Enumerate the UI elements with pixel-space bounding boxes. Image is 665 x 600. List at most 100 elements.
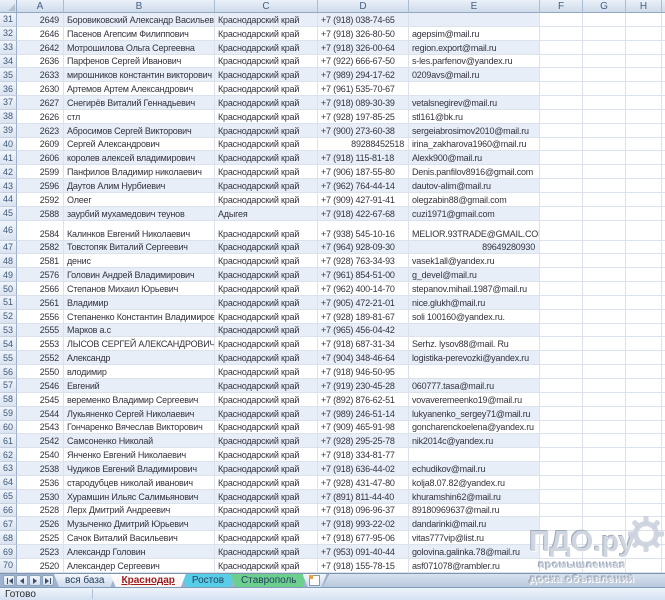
cell-G40[interactable] (583, 138, 626, 152)
row-header-69[interactable]: 69 (0, 545, 17, 559)
cell-B35[interactable]: мирошников константин викторович (64, 68, 215, 82)
cell-F37[interactable] (540, 96, 583, 110)
cell-F33[interactable] (540, 41, 583, 55)
cell-A57[interactable]: 2546 (17, 379, 64, 393)
cell-A31[interactable]: 2649 (17, 13, 64, 27)
cell-G37[interactable] (583, 96, 626, 110)
cell-D69[interactable]: +7 (953) 091-40-44 (318, 545, 409, 559)
cell-E34[interactable]: s-les.parfenov@yandex.ru (409, 55, 540, 69)
cell-G34[interactable] (583, 55, 626, 69)
cell-E35[interactable]: 0209avs@mail.ru (409, 68, 540, 82)
cell-E45[interactable]: cuzi1971@gmail.com (409, 207, 540, 221)
cell-A68[interactable]: 2525 (17, 531, 64, 545)
cell-E70[interactable]: asf071078@rambler.ru (409, 559, 540, 573)
cell-A34[interactable]: 2636 (17, 55, 64, 69)
cell-H38[interactable] (626, 110, 662, 124)
cell-E55[interactable]: logistika-perevozki@yandex.ru (409, 351, 540, 365)
cell-B63[interactable]: Чудиков Евгений Владимирович (64, 462, 215, 476)
cell-D53[interactable]: +7 (965) 456-04-42 (318, 324, 409, 338)
cell-F32[interactable] (540, 27, 583, 41)
cell-D64[interactable]: +7 (928) 431-47-80 (318, 476, 409, 490)
cell-E38[interactable]: stl161@bk.ru (409, 110, 540, 124)
cell-B61[interactable]: Самсоненко Николай (64, 434, 215, 448)
cell-A62[interactable]: 2540 (17, 448, 64, 462)
cell-H32[interactable] (626, 27, 662, 41)
cell-A50[interactable]: 2566 (17, 282, 64, 296)
row-header-52[interactable]: 52 (0, 310, 17, 324)
cell-G52[interactable] (583, 310, 626, 324)
cell-G66[interactable] (583, 504, 626, 518)
cell-C38[interactable]: Краснодарский край (215, 110, 318, 124)
cell-G61[interactable] (583, 434, 626, 448)
cell-B65[interactable]: Хурамшин Ильяс Салимьянович (64, 490, 215, 504)
cell-H66[interactable] (626, 504, 662, 518)
cell-B31[interactable]: Боровиковский Александр Васильевич (64, 13, 215, 27)
row-header-39[interactable]: 39 (0, 124, 17, 138)
cell-A58[interactable]: 2545 (17, 393, 64, 407)
cell-E44[interactable]: olegzabin88@gmail.com (409, 193, 540, 207)
cell-A47[interactable]: 2582 (17, 241, 64, 255)
cell-D50[interactable]: +7 (962) 400-14-70 (318, 282, 409, 296)
cell-A64[interactable]: 2536 (17, 476, 64, 490)
cell-E48[interactable]: vasek1all@yandex.ru (409, 254, 540, 268)
row-header-33[interactable]: 33 (0, 41, 17, 55)
row-header-57[interactable]: 57 (0, 379, 17, 393)
cell-C58[interactable]: Краснодарский край (215, 393, 318, 407)
cell-E58[interactable]: vovaveremeenko19@mail.ru (409, 393, 540, 407)
cell-F34[interactable] (540, 55, 583, 69)
cell-A44[interactable]: 2592 (17, 193, 64, 207)
cell-H67[interactable] (626, 517, 662, 531)
row-header-43[interactable]: 43 (0, 179, 17, 193)
sheet-tab-1[interactable]: Краснодар (111, 574, 186, 587)
cell-C55[interactable]: Краснодарский край (215, 351, 318, 365)
cell-C33[interactable]: Краснодарский край (215, 41, 318, 55)
cell-A48[interactable]: 2581 (17, 254, 64, 268)
cell-G58[interactable] (583, 393, 626, 407)
cell-G48[interactable] (583, 254, 626, 268)
cell-A46[interactable]: 2584 (17, 221, 64, 241)
cell-F61[interactable] (540, 434, 583, 448)
cell-H43[interactable] (626, 179, 662, 193)
cell-B68[interactable]: Сачок Виталий Васильевич (64, 531, 215, 545)
cell-D68[interactable]: +7 (918) 677-95-06 (318, 531, 409, 545)
cell-D57[interactable]: +7 (919) 230-45-28 (318, 379, 409, 393)
cell-F35[interactable] (540, 68, 583, 82)
sheet-tab-0[interactable]: вся база (54, 574, 116, 587)
cell-G47[interactable] (583, 241, 626, 255)
cell-F67[interactable] (540, 517, 583, 531)
cell-G32[interactable] (583, 27, 626, 41)
cell-C44[interactable]: Краснодарский край (215, 193, 318, 207)
cell-D34[interactable]: +7 (922) 666-67-50 (318, 55, 409, 69)
cell-D44[interactable]: +7 (909) 427-91-41 (318, 193, 409, 207)
cell-F47[interactable] (540, 241, 583, 255)
cell-D60[interactable]: +7 (909) 465-91-98 (318, 421, 409, 435)
cell-H33[interactable] (626, 41, 662, 55)
cell-G63[interactable] (583, 462, 626, 476)
cell-D37[interactable]: +7 (918) 089-30-39 (318, 96, 409, 110)
cell-C56[interactable]: Краснодарский край (215, 365, 318, 379)
row-header-49[interactable]: 49 (0, 268, 17, 282)
cell-E41[interactable]: Alexk900@mail.ru (409, 151, 540, 165)
cell-G42[interactable] (583, 165, 626, 179)
cell-H68[interactable] (626, 531, 662, 545)
row-header-67[interactable]: 67 (0, 517, 17, 531)
cell-H50[interactable] (626, 282, 662, 296)
cell-D70[interactable]: +7 (918) 155-78-15 (318, 559, 409, 573)
row-header-70[interactable]: 70 (0, 559, 17, 573)
cell-H31[interactable] (626, 13, 662, 27)
cell-G51[interactable] (583, 296, 626, 310)
cell-B69[interactable]: Александр Головин (64, 545, 215, 559)
row-header-44[interactable]: 44 (0, 193, 17, 207)
cell-B53[interactable]: Марков а.с (64, 324, 215, 338)
cell-H57[interactable] (626, 379, 662, 393)
cell-F54[interactable] (540, 337, 583, 351)
cell-G41[interactable] (583, 151, 626, 165)
sheet-tab-3[interactable]: Ставрополь (230, 574, 308, 587)
cell-F69[interactable] (540, 545, 583, 559)
row-header-66[interactable]: 66 (0, 504, 17, 518)
cell-C42[interactable]: Краснодарский край (215, 165, 318, 179)
cell-B41[interactable]: королев алексей владимирович (64, 151, 215, 165)
cell-H34[interactable] (626, 55, 662, 69)
cell-F52[interactable] (540, 310, 583, 324)
cell-B57[interactable]: Евгений (64, 379, 215, 393)
